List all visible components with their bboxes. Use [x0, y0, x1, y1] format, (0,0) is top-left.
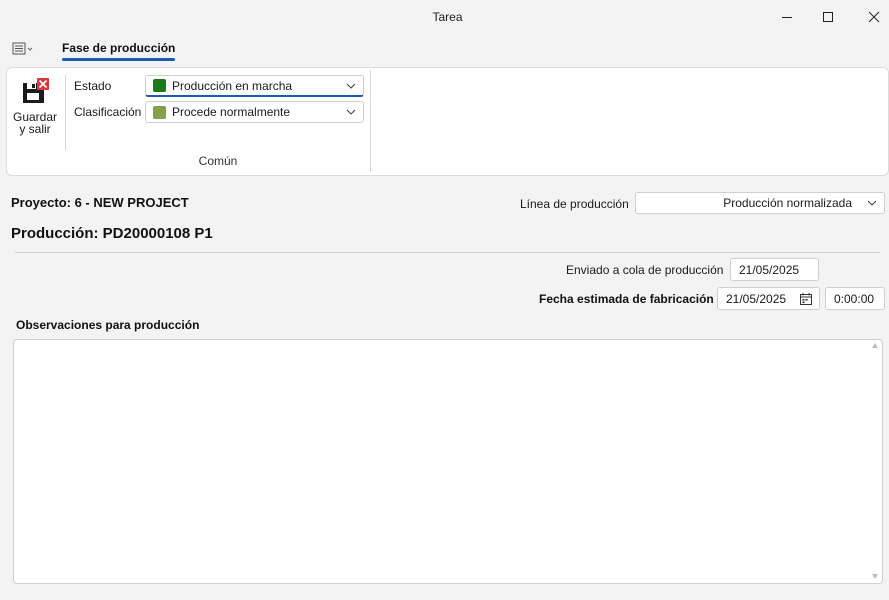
save-close-icon — [23, 78, 49, 103]
produccion-title: Producción: PD20000108 P1 — [11, 225, 213, 242]
save-and-exit-button[interactable]: Guardar y salir — [10, 77, 60, 141]
fecha-estimada-time-value: 0:00:00 — [834, 291, 875, 306]
ribbon-group-label: Común — [198, 154, 238, 168]
ribbon-group-separator — [370, 70, 371, 172]
observaciones-textarea[interactable] — [13, 339, 883, 584]
close-button[interactable] — [851, 0, 889, 34]
clasificacion-dropdown[interactable]: Procede normalmente — [145, 101, 364, 123]
chevron-down-icon — [867, 200, 877, 206]
calendar-icon[interactable] — [800, 293, 812, 305]
menu-list-icon — [12, 42, 33, 55]
close-icon — [868, 11, 880, 23]
fecha-estimada-date-value: 21/05/2025 — [726, 291, 787, 306]
fecha-estimada-label: Fecha estimada de fabricación — [539, 292, 714, 306]
clasificacion-color-swatch — [153, 105, 166, 119]
enviado-cola-field[interactable]: 21/05/2025 — [730, 258, 819, 281]
save-button-label: Guardar y salir — [13, 111, 57, 135]
estado-label: Estado — [74, 79, 112, 93]
observaciones-label: Observaciones para producción — [16, 318, 200, 332]
minimize-icon — [782, 17, 792, 18]
estado-dropdown[interactable]: Producción en marcha — [145, 75, 364, 97]
app-menu-button[interactable] — [12, 41, 36, 57]
fecha-estimada-time-field[interactable]: 0:00:00 — [825, 287, 885, 310]
proyecto-title: Proyecto: 6 - NEW PROJECT — [11, 195, 189, 210]
active-tab-indicator — [62, 58, 175, 61]
fecha-estimada-date-field[interactable]: 21/05/2025 — [717, 287, 820, 310]
chevron-down-icon — [346, 109, 356, 115]
minimize-button[interactable] — [764, 0, 810, 34]
scroll-down-icon[interactable] — [871, 572, 879, 580]
section-divider — [15, 252, 880, 253]
maximize-button[interactable] — [805, 0, 851, 34]
enviado-cola-label: Enviado a cola de producción — [566, 263, 724, 277]
linea-produccion-label: Línea de producción — [520, 197, 629, 211]
chevron-down-icon — [346, 83, 356, 89]
enviado-cola-value: 21/05/2025 — [739, 262, 800, 277]
tab-fase-produccion[interactable]: Fase de producción — [62, 41, 175, 55]
save-label-line2: y salir — [19, 122, 51, 136]
scroll-up-icon[interactable] — [871, 342, 879, 350]
ribbon-separator — [65, 75, 66, 150]
clasificacion-value: Procede normalmente — [172, 105, 291, 119]
maximize-icon — [823, 12, 833, 22]
estado-color-swatch — [153, 79, 166, 92]
linea-produccion-dropdown[interactable]: Producción normalizada — [635, 192, 885, 214]
linea-produccion-value: Producción normalizada — [723, 196, 852, 210]
estado-value: Producción en marcha — [172, 78, 293, 93]
window-title: Tarea — [432, 10, 463, 24]
clasificacion-label: Clasificación — [74, 105, 142, 119]
